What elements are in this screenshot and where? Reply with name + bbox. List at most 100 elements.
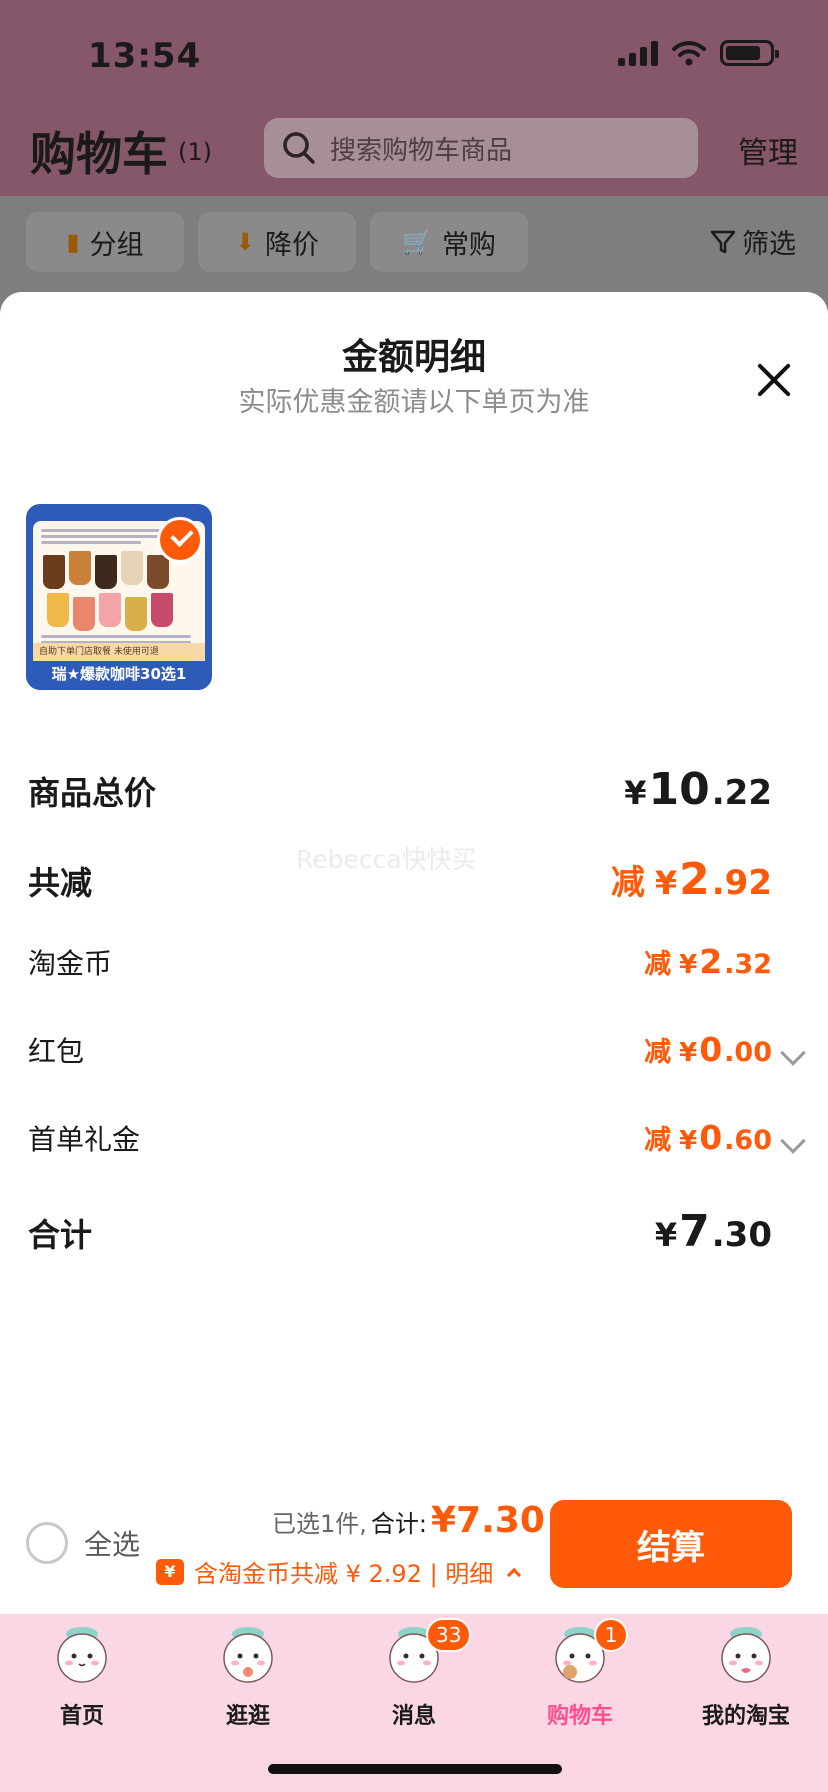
currency-sign: ¥: [679, 950, 698, 980]
select-all-radio[interactable]: [26, 1522, 68, 1564]
price-int: 0: [699, 1118, 723, 1157]
group-chip[interactable]: ▮ 分组: [26, 212, 184, 272]
filter-icon: [710, 230, 736, 253]
taojinbi-row: 淘金币 减 ¥ 2 .32: [28, 942, 772, 982]
row-label: 商品总价: [28, 774, 157, 812]
cart-icon: 🛒: [402, 228, 432, 256]
chevron-up-icon: [507, 1567, 522, 1582]
product-caption: 瑞★爆款咖啡30选1: [29, 661, 209, 687]
tab-my-taobao[interactable]: 我的淘宝: [666, 1614, 826, 1734]
price-dec: .00: [724, 1037, 772, 1068]
currency-sign: ¥: [654, 1216, 678, 1254]
tab-home[interactable]: 首页: [2, 1614, 162, 1734]
sum-value: ¥ 7 .30: [655, 1206, 772, 1257]
discount-prefix: 减: [644, 1125, 672, 1156]
price-dec: .32: [724, 949, 772, 980]
price-dec: .30: [711, 1215, 772, 1255]
currency-sign: ¥: [679, 1126, 698, 1156]
currency-sign: ¥: [654, 864, 678, 902]
home-indicator: [268, 1764, 562, 1774]
total-label: 合计:: [370, 1510, 427, 1538]
chip-label: 分组: [89, 229, 144, 261]
checkout-summary: 已选1件, 合计: ¥7.30: [272, 1500, 545, 1541]
frequent-buy-chip[interactable]: 🛒 常购: [370, 212, 528, 272]
row-label: 共减: [28, 864, 93, 902]
chevron-down-icon[interactable]: [780, 1040, 806, 1066]
checked-icon: [157, 517, 203, 563]
sheet-subtitle: 实际优惠金额请以下单页为准: [238, 387, 590, 418]
status-icons: [618, 40, 779, 66]
select-all-label: 全选: [84, 1528, 141, 1561]
first-order-gift-row[interactable]: 首单礼金 减 ¥ 0 .60: [28, 1118, 772, 1158]
discount-detail-text: 含淘金币共减 ¥ 2.92 | 明细: [194, 1560, 494, 1588]
search-input[interactable]: 搜索购物车商品: [264, 118, 698, 178]
tab-label: 消息: [391, 1704, 436, 1729]
discount-prefix: 减: [610, 863, 645, 903]
price-dec: .60: [724, 1125, 772, 1156]
currency-sign: ¥: [624, 774, 647, 812]
first-order-gift-value: 减 ¥ 0 .60: [644, 1118, 772, 1157]
page-title: 购物车: [30, 127, 168, 181]
price-int: 2: [679, 854, 710, 905]
total-discount-row: 共减 减 ¥ 2 .92: [28, 854, 772, 905]
search-placeholder: 搜索购物车商品: [330, 135, 513, 166]
cart-badge: 1: [594, 1618, 628, 1652]
red-packet-value: 减 ¥ 0 .00: [644, 1030, 772, 1069]
folder-icon: ▮: [66, 228, 80, 256]
discount-prefix: 减: [644, 949, 672, 980]
tab-label: 逛逛: [225, 1704, 270, 1729]
price-drop-chip[interactable]: ⬇ 降价: [198, 212, 356, 272]
coin-icon: ¥: [156, 1558, 184, 1585]
total-value: ¥7.30: [431, 1500, 545, 1541]
wifi-icon: [672, 41, 706, 66]
tab-explore[interactable]: 逛逛: [168, 1614, 328, 1734]
tab-label: 购物车: [546, 1704, 613, 1729]
tab-label: 我的淘宝: [701, 1704, 790, 1729]
mascot-icon: [721, 1627, 771, 1683]
price-int: 2: [699, 942, 723, 981]
cart-count: (1): [178, 138, 212, 166]
row-label: 红包: [28, 1035, 85, 1068]
discount-prefix: 减: [644, 1037, 672, 1068]
product-thumbnail[interactable]: 自助下单门店取餐 未使用可退 瑞★爆款咖啡30选1: [26, 504, 212, 690]
goods-total-value: ¥ 10 .22: [624, 764, 772, 815]
selected-count: 已选1件,: [272, 1510, 367, 1538]
tab-label: 首页: [59, 1704, 104, 1729]
currency-sign: ¥: [679, 1038, 698, 1068]
chip-label: 常购: [441, 229, 496, 261]
price-int: 0: [699, 1030, 723, 1069]
unread-badge: 33: [426, 1618, 472, 1652]
close-button[interactable]: [752, 358, 796, 402]
battery-icon: [720, 40, 779, 66]
mascot-icon: [223, 1627, 273, 1683]
arrow-down-icon: ⬇: [234, 228, 256, 256]
signal-icon: [618, 40, 658, 66]
sum-row: 合计 ¥ 7 .30: [28, 1206, 772, 1257]
total-discount-value: 减 ¥ 2 .92: [611, 854, 772, 905]
tab-messages[interactable]: 33 消息: [334, 1614, 494, 1734]
search-icon: [283, 132, 315, 164]
row-label: 淘金币: [28, 947, 113, 980]
red-packet-row[interactable]: 红包 减 ¥ 0 .00: [28, 1030, 772, 1070]
mascot-icon: [57, 1627, 107, 1683]
price-int: 7: [679, 1206, 710, 1257]
amount-detail-sheet: 金额明细 实际优惠金额请以下单页为准 自助下单门店取餐 未使用可退 瑞★爆款咖啡…: [0, 292, 828, 1614]
filter-label: 筛选: [742, 229, 796, 260]
checkout-button[interactable]: 结算: [550, 1500, 792, 1588]
product-image-strip: 自助下单门店取餐 未使用可退: [33, 643, 205, 661]
manage-button[interactable]: 管理: [738, 128, 798, 172]
status-time: 13:54: [88, 36, 202, 76]
row-label: 合计: [28, 1216, 93, 1254]
taojinbi-value: 减 ¥ 2 .32: [644, 942, 772, 981]
price-int: 10: [648, 764, 710, 815]
tab-cart[interactable]: 1 购物车: [500, 1614, 660, 1734]
price-dec: .92: [711, 863, 772, 903]
chevron-down-icon[interactable]: [780, 1128, 806, 1154]
select-all-toggle[interactable]: 全选: [26, 1522, 140, 1564]
sheet-title: 金额明细: [341, 337, 486, 378]
filter-button[interactable]: 筛选: [710, 222, 796, 261]
price-dec: .22: [711, 773, 772, 813]
goods-total-row: 商品总价 ¥ 10 .22: [28, 764, 772, 815]
row-label: 首单礼金: [28, 1123, 141, 1156]
discount-detail-link[interactable]: ¥ 含淘金币共减 ¥ 2.92 | 明细: [156, 1554, 522, 1589]
